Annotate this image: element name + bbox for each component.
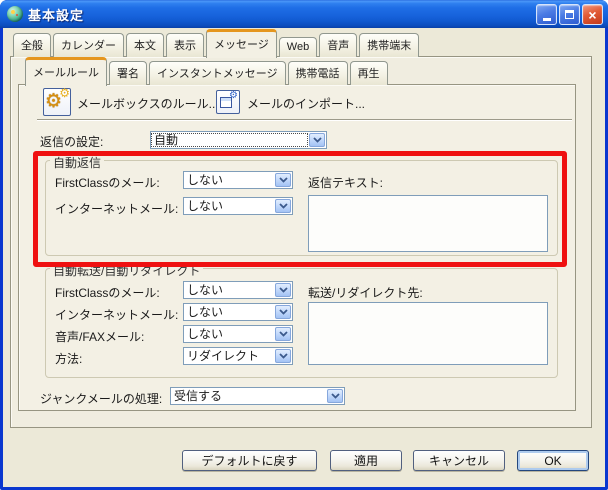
mail-import-icon: ⚙	[220, 95, 236, 109]
toolbar-separator	[37, 119, 572, 121]
forward-internet-select[interactable]: しない	[183, 303, 293, 321]
forward-to-label: 転送/リダイレクト先:	[308, 284, 423, 301]
minimize-button[interactable]	[536, 4, 557, 25]
maximize-icon	[565, 10, 574, 19]
auto-reply-group-title: 自動返信	[50, 154, 104, 171]
gears-icon: ⚙⚙	[45, 90, 69, 114]
forward-method-select[interactable]: リダイレクト	[183, 347, 293, 365]
restore-defaults-button[interactable]: デフォルトに戻す	[182, 450, 317, 471]
chevron-down-icon[interactable]	[275, 283, 291, 297]
minimize-icon	[543, 18, 551, 21]
close-icon: ×	[588, 8, 596, 22]
chevron-down-icon[interactable]	[275, 305, 291, 319]
tab-display[interactable]: 表示	[166, 33, 204, 57]
chevron-down-icon[interactable]	[275, 199, 291, 213]
autoreply-firstclass-select[interactable]: しない	[183, 171, 293, 189]
forward-voicefax-value: しない	[184, 327, 274, 341]
junk-mail-select[interactable]: 受信する	[170, 387, 345, 405]
forward-firstclass-select[interactable]: しない	[183, 281, 293, 299]
maximize-button[interactable]	[559, 4, 580, 25]
reply-text-label: 返信テキスト:	[308, 174, 383, 191]
ok-button[interactable]: OK	[517, 450, 589, 471]
forward-voicefax-label: 音声/FAXメール:	[55, 328, 144, 345]
forward-internet-value: しない	[184, 305, 274, 319]
app-icon	[7, 6, 23, 22]
forward-to-area[interactable]	[308, 302, 548, 365]
auto-forward-group-title: 自動転送/自動リダイレクト	[50, 262, 203, 279]
reply-setting-value: 自動	[151, 133, 308, 147]
reply-text-area[interactable]	[308, 195, 548, 252]
forward-internet-label: インターネットメール:	[55, 306, 178, 323]
apply-button[interactable]: 適用	[330, 450, 402, 471]
forward-firstclass-label: FirstClassのメール:	[55, 284, 160, 301]
tab-mobile-device[interactable]: 携帯端末	[359, 33, 419, 57]
cancel-button[interactable]: キャンセル	[413, 450, 505, 471]
forward-method-value: リダイレクト	[184, 349, 274, 363]
autoreply-internet-label: インターネットメール:	[55, 200, 178, 217]
tab-body[interactable]: 本文	[126, 33, 164, 57]
autoreply-internet-select[interactable]: しない	[183, 197, 293, 215]
tab-voice[interactable]: 音声	[319, 33, 357, 57]
chevron-down-icon[interactable]	[275, 327, 291, 341]
autoreply-internet-value: しない	[184, 199, 274, 213]
tab-mobile-phone[interactable]: 携帯電話	[288, 61, 348, 85]
reply-setting-label: 返信の設定:	[40, 133, 103, 150]
mailbox-rules-label[interactable]: メールボックスのルール...	[77, 95, 219, 112]
forward-method-label: 方法:	[55, 350, 82, 367]
tab-signature[interactable]: 署名	[109, 61, 147, 85]
tab-web[interactable]: Web	[279, 37, 317, 57]
tab-instant-message[interactable]: インスタントメッセージ	[149, 61, 286, 85]
reply-setting-select[interactable]: 自動	[150, 131, 327, 149]
forward-voicefax-select[interactable]: しない	[183, 325, 293, 343]
primary-tab-strip: 全般 カレンダー 本文 表示 メッセージ Web 音声 携帯端末	[13, 32, 419, 57]
secondary-tab-strip: メールルール 署名 インスタントメッセージ 携帯電話 再生	[25, 61, 388, 85]
autoreply-firstclass-value: しない	[184, 173, 274, 187]
chevron-down-icon[interactable]	[275, 173, 291, 187]
tab-general[interactable]: 全般	[13, 33, 51, 57]
window-title: 基本設定	[28, 5, 84, 24]
tab-mail-rules[interactable]: メールルール	[25, 57, 107, 86]
tab-playback[interactable]: 再生	[350, 61, 388, 85]
tab-message[interactable]: メッセージ	[206, 29, 277, 58]
mail-import-button[interactable]: ⚙	[216, 90, 240, 114]
mail-import-label[interactable]: メールのインポート...	[247, 95, 365, 112]
settings-dialog: 基本設定 × 全般 カレンダー 本文 表示 メッセージ Web 音声 携帯端末 …	[0, 0, 608, 490]
chevron-down-icon[interactable]	[309, 133, 325, 147]
tab-calendar[interactable]: カレンダー	[53, 33, 124, 57]
autoreply-firstclass-label: FirstClassのメール:	[55, 174, 160, 191]
junk-mail-value: 受信する	[171, 389, 326, 403]
chevron-down-icon[interactable]	[327, 389, 343, 403]
chevron-down-icon[interactable]	[275, 349, 291, 363]
mailbox-rules-button[interactable]: ⚙⚙	[43, 88, 71, 116]
title-bar[interactable]: 基本設定 ×	[0, 0, 608, 28]
forward-firstclass-value: しない	[184, 283, 274, 297]
junk-mail-label: ジャンクメールの処理:	[40, 390, 162, 407]
close-button[interactable]: ×	[582, 4, 603, 25]
